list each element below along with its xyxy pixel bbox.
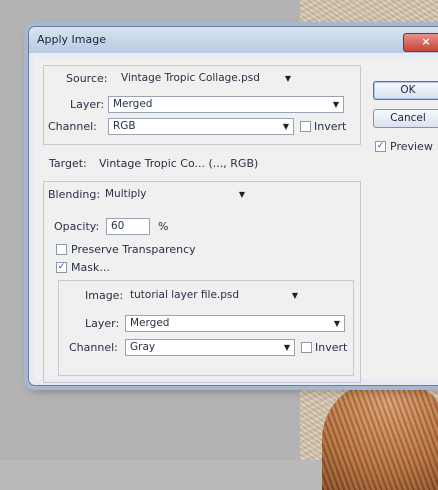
mask-layer-label: Layer:	[85, 317, 120, 330]
source-layer-label: Layer:	[70, 98, 105, 111]
chevron-down-icon: ▼	[282, 122, 289, 131]
checkmark-icon: ✓	[57, 262, 66, 272]
mask-layer-value: Merged	[130, 317, 170, 329]
mask-image-label: Image:	[85, 289, 124, 302]
mask-invert-checkbox[interactable]	[301, 342, 312, 353]
opacity-input[interactable]: 60	[106, 218, 150, 235]
blending-label: Blending:	[48, 188, 101, 201]
dialog-title: Apply Image	[37, 33, 107, 46]
blending-value: Multiply	[105, 188, 147, 200]
opacity-label: Opacity:	[54, 220, 100, 233]
chevron-down-icon: ▼	[291, 291, 298, 300]
mask-group: Image: tutorial layer file.psd ▼ Layer: …	[58, 280, 354, 376]
source-channel-label: Channel:	[48, 120, 97, 133]
mask-checkbox[interactable]: ✓	[56, 262, 67, 273]
chevron-down-icon: ▼	[284, 74, 291, 83]
mask-channel-value: Gray	[130, 341, 156, 353]
source-channel-value: RGB	[113, 120, 136, 132]
ok-button[interactable]: OK	[373, 81, 438, 100]
dialog-titlebar[interactable]: Apply Image ×	[29, 27, 438, 53]
source-group: Source: Vintage Tropic Collage.psd ▼ Lay…	[43, 65, 361, 145]
source-dropdown[interactable]: Vintage Tropic Collage.psd ▼	[116, 70, 296, 87]
target-value: Vintage Tropic Co... (..., RGB)	[99, 157, 259, 170]
opacity-unit: %	[158, 220, 169, 233]
apply-image-dialog: Apply Image × Source: Vintage Tropic Col…	[28, 26, 438, 386]
close-button[interactable]: ×	[403, 33, 438, 52]
target-label: Target:	[49, 157, 87, 170]
mask-channel-label: Channel:	[69, 341, 118, 354]
ok-button-label: OK	[400, 84, 416, 96]
cancel-button[interactable]: Cancel	[373, 109, 438, 128]
mask-channel-dropdown[interactable]: Gray ▼	[125, 339, 295, 356]
mask-layer-dropdown[interactable]: Merged ▼	[125, 315, 345, 332]
mask-image-dropdown[interactable]: tutorial layer file.psd ▼	[125, 287, 303, 304]
preview-label: Preview	[390, 140, 433, 153]
mask-image-value: tutorial layer file.psd	[130, 289, 240, 301]
chevron-down-icon: ▼	[238, 190, 245, 199]
source-invert-label: Invert	[314, 120, 347, 133]
source-layer-value: Merged	[113, 98, 153, 110]
source-layer-dropdown[interactable]: Merged ▼	[108, 96, 344, 113]
chevron-down-icon: ▼	[333, 319, 340, 328]
chevron-down-icon: ▼	[332, 100, 339, 109]
preserve-transparency-checkbox[interactable]	[56, 244, 67, 255]
preview-checkbox[interactable]: ✓	[375, 141, 386, 152]
source-value: Vintage Tropic Collage.psd	[121, 72, 260, 84]
cancel-button-label: Cancel	[390, 112, 426, 124]
preserve-transparency-label: Preserve Transparency	[71, 243, 196, 256]
mask-invert-label: Invert	[315, 341, 348, 354]
checkmark-icon: ✓	[376, 141, 385, 151]
close-icon: ×	[421, 35, 431, 48]
chevron-down-icon: ▼	[283, 343, 290, 352]
opacity-value: 60	[111, 220, 125, 232]
source-label: Source:	[66, 72, 108, 85]
source-invert-checkbox[interactable]	[300, 121, 311, 132]
dialog-client: Source: Vintage Tropic Collage.psd ▼ Lay…	[35, 57, 438, 383]
canvas-photo-hair	[322, 380, 438, 490]
source-channel-dropdown[interactable]: RGB ▼	[108, 118, 294, 135]
blending-group: Blending: Multiply ▼ Opacity: 60 % Prese…	[43, 181, 361, 383]
mask-label: Mask...	[71, 261, 110, 274]
blending-dropdown[interactable]: Multiply ▼	[100, 186, 250, 203]
